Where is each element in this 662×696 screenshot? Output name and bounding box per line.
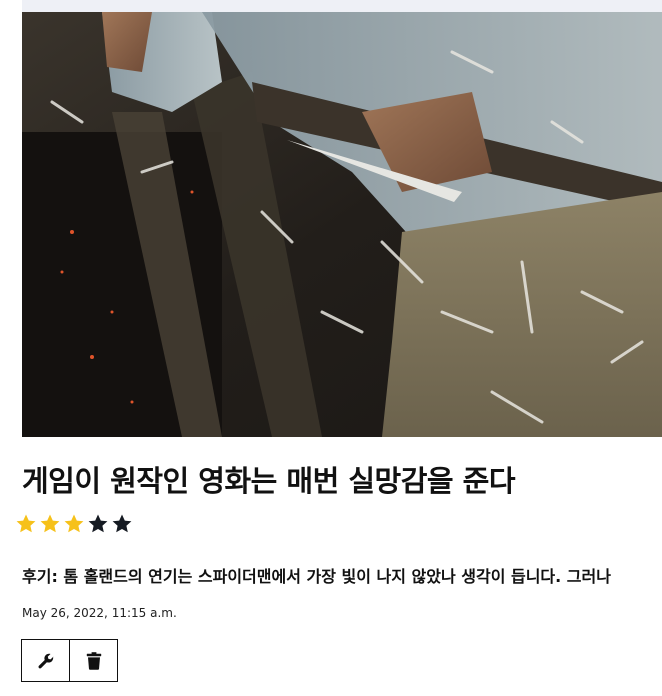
star-empty-icon (112, 514, 132, 533)
star-filled-icon (16, 514, 36, 533)
delete-button[interactable] (70, 639, 118, 682)
star-filled-icon (64, 514, 84, 533)
star-rating (14, 512, 134, 536)
edit-button[interactable] (21, 639, 70, 682)
review-actions (21, 639, 118, 682)
trash-icon (86, 651, 101, 670)
top-strip (22, 0, 662, 12)
star-filled-icon (40, 514, 60, 533)
review-text: 후기: 톰 홀랜드의 연기는 스파이더맨에서 가장 빛이 나지 않았나 생각이 … (22, 567, 611, 586)
movie-title: 게임이 원작인 영화는 매번 실망감을 준다 (22, 464, 516, 498)
star-empty-icon (88, 514, 108, 533)
wrench-icon (38, 653, 53, 668)
movie-poster (22, 12, 662, 437)
review-date: May 26, 2022, 11:15 a.m. (22, 606, 177, 620)
